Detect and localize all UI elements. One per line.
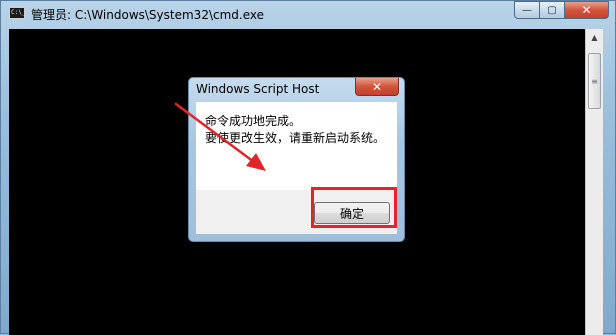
red-arrow-annotation (174, 102, 266, 171)
